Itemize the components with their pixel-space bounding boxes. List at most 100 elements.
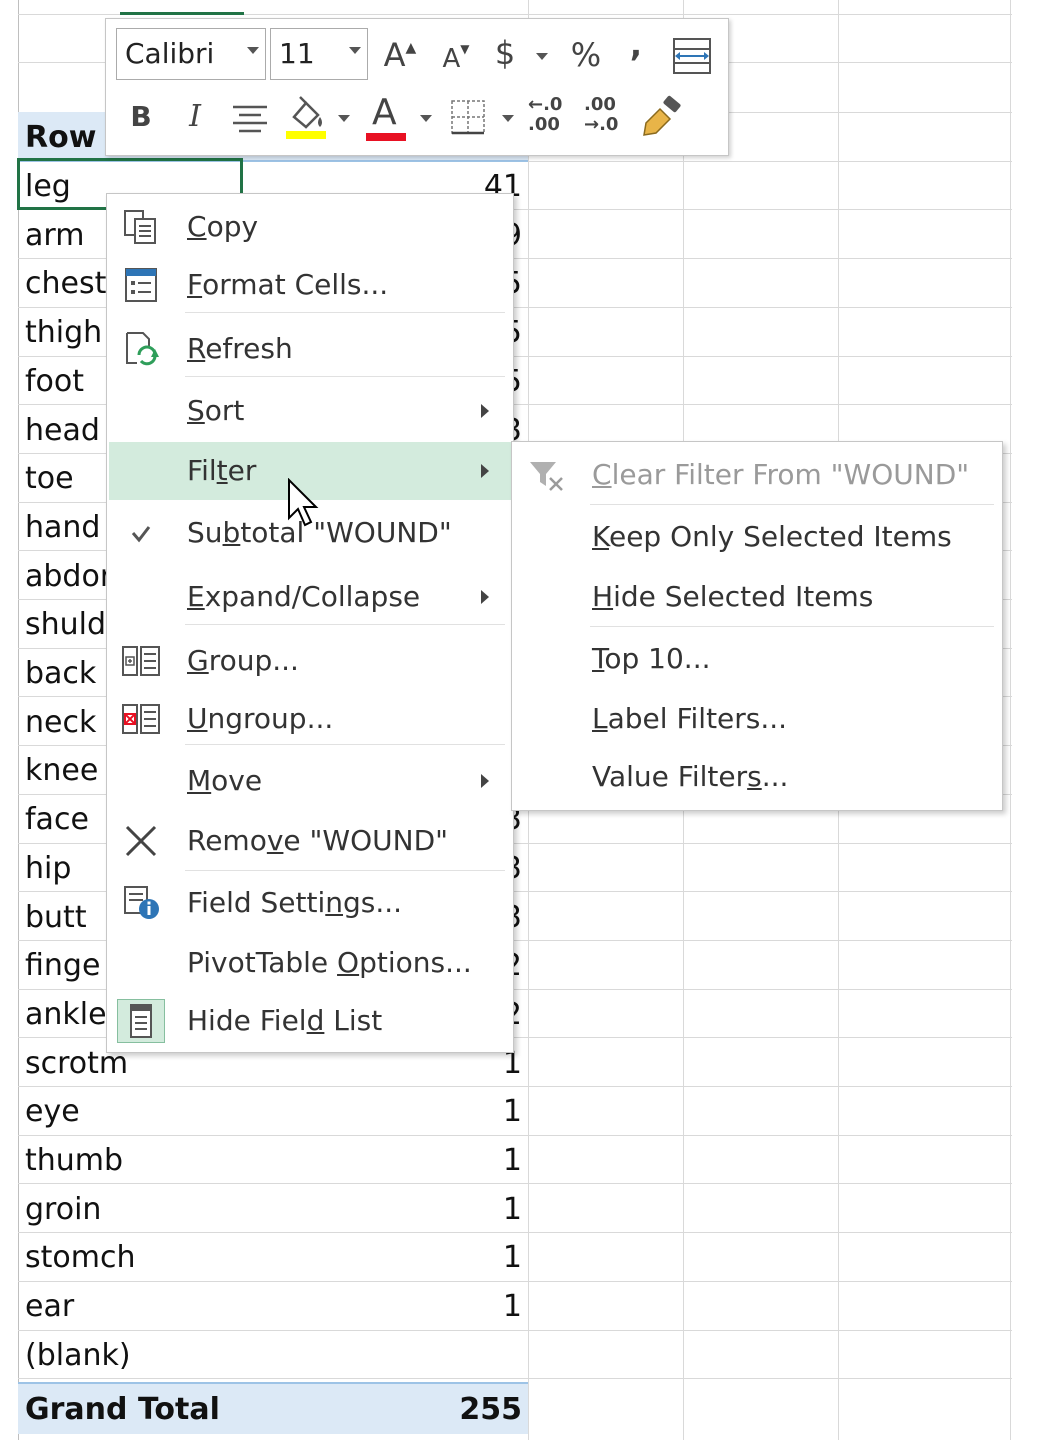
pivot-row-label[interactable]: stomch [25,1234,135,1282]
chevron-down-icon[interactable] [536,53,548,60]
percent-icon: % [570,36,602,74]
menu-item-label: Refresh [187,330,293,368]
pivot-row-value[interactable]: 1 [440,1088,522,1136]
menu-item-pivottable-options[interactable]: PivotTable Options... [109,934,511,992]
pivot-row-label[interactable]: thumb [25,1137,123,1185]
pivot-row-label[interactable]: (blank) [25,1332,131,1380]
chevron-down-icon[interactable] [502,115,514,122]
pivot-row-label[interactable]: toe [25,455,74,503]
pivot-row-label[interactable]: butt [25,894,87,942]
menu-label-part: b [222,516,241,549]
menu-label-part: Remo [187,824,267,857]
menu-label-part: E [187,580,205,613]
menu-item-label: Hide Selected Items [592,578,873,616]
submenu-item-top-10[interactable]: Top 10... [514,630,1000,688]
align-center-icon [233,105,267,133]
menu-label-part: ptions... [359,946,472,979]
comma-style-button[interactable]: , [621,25,651,65]
borders-button[interactable] [450,99,486,135]
pivot-row-label[interactable]: foot [25,358,84,406]
menu-label-part: opy [206,210,259,243]
grid-vline [1010,0,1011,1440]
pivot-row-label[interactable]: ankle [25,991,107,1039]
menu-item-copy[interactable]: Copy [109,198,511,256]
active-cell-top-border [120,12,244,15]
menu-label-part: ngroup... [207,702,334,735]
shrink-font-button[interactable]: A▼ [436,39,476,83]
chevron-down-icon[interactable] [420,115,432,122]
pivot-row-value[interactable]: 1 [440,1234,522,1282]
format-painter-button[interactable] [640,95,684,139]
menu-item-hide-field-list[interactable]: Hide Field List [109,992,511,1050]
percent-style-button[interactable]: % [566,35,606,75]
menu-label-part: t [216,454,228,487]
font-size-value: 11 [279,37,315,70]
increase-decimal-button[interactable]: ←.0 .00 [528,95,572,139]
pivot-row-label[interactable]: ear [25,1283,74,1331]
menu-label-part: R [187,332,206,365]
format-as-table-button[interactable] [672,37,712,75]
menu-item-ungroup[interactable]: Ungroup... [109,690,511,748]
menu-label-part: PivotTable [187,946,338,979]
menu-label-part: ormat Cells... [202,268,389,301]
submenu-arrow-icon [481,404,489,418]
funnel-x-icon [530,462,563,491]
pivot-row-label[interactable]: shuld [25,601,106,649]
menu-item-group[interactable]: Group... [109,632,511,690]
chevron-down-icon[interactable] [338,115,350,122]
menu-label-part: d [306,1004,325,1037]
submenu-item-clear-filter[interactable]: Clear Filter From "WOUND" [514,446,1000,504]
submenu-item-label-filters[interactable]: Label Filters... [514,690,1000,748]
grand-total-label: Grand Total [25,1392,220,1427]
menu-label-part: List [324,1004,383,1037]
bold-button[interactable]: B [126,97,156,137]
pivot-row-label[interactable]: groin [25,1186,101,1234]
grand-total-value: 255 [459,1392,522,1427]
pivot-row-label[interactable]: neck [25,699,96,747]
font-color-button[interactable]: A [366,93,410,143]
pivot-row-label[interactable]: hand [25,504,100,552]
accounting-format-button[interactable]: $ [488,33,522,73]
chevron-down-icon[interactable] [349,47,361,54]
menu-label-part: T [592,642,605,675]
group-icon [122,646,160,676]
menu-item-field-settings[interactable]: Field Settings... [109,874,511,932]
submenu-item-value-filters[interactable]: Value Filters... [514,748,1000,806]
font-size-combobox[interactable]: 11 [270,28,368,80]
decrease-decimal-button[interactable]: .00 →.0 [584,95,628,139]
menu-item-sort[interactable]: Sort [109,382,511,440]
pivot-row-label[interactable]: hip [25,845,71,893]
pivot-row-value[interactable]: 1 [440,1137,522,1185]
fill-color-button[interactable] [284,95,328,141]
pivot-row-label[interactable]: knee [25,747,98,795]
menu-label-part: C [187,210,207,243]
pivot-row-label[interactable]: eye [25,1088,80,1136]
pivot-row-label[interactable]: back [25,650,96,698]
italic-button[interactable]: I [180,97,210,137]
menu-item-label: Copy [187,208,258,246]
menu-item-label: Sort [187,392,244,430]
pivot-row-label[interactable]: face [25,796,89,844]
menu-label-part: Hide Fiel [187,1004,307,1037]
font-name-combobox[interactable]: Calibri [116,28,266,80]
menu-item-refresh[interactable]: Refresh [109,320,511,378]
submenu-item-keep-only-selected[interactable]: Keep Only Selected Items [514,508,1000,566]
grow-font-button[interactable]: A▲ [380,35,420,82]
pivot-row-value[interactable]: 1 [440,1283,522,1331]
chevron-down-icon[interactable] [247,47,259,54]
submenu-item-hide-selected[interactable]: Hide Selected Items [514,568,1000,626]
menu-item-move[interactable]: Move [109,752,511,810]
pivot-row-label[interactable]: thigh [25,309,102,357]
table-format-icon [673,38,711,74]
pivot-row-label[interactable]: head [25,407,100,455]
pivot-row-label[interactable]: chest [25,260,106,308]
menu-item-remove-field[interactable]: Remove "WOUND" [109,812,511,870]
pivot-grand-total-row[interactable]: Grand Total 255 [18,1382,528,1434]
pivot-row-label[interactable]: arm [25,212,84,260]
pivot-row-label[interactable]: abdor [25,553,112,601]
menu-item-expand-collapse[interactable]: Expand/Collapse [109,568,511,626]
pivot-row-value[interactable]: 1 [440,1186,522,1234]
pivot-row-label[interactable]: finge [25,942,100,990]
menu-item-format-cells[interactable]: Format Cells... [109,256,511,314]
center-button[interactable] [230,101,270,135]
